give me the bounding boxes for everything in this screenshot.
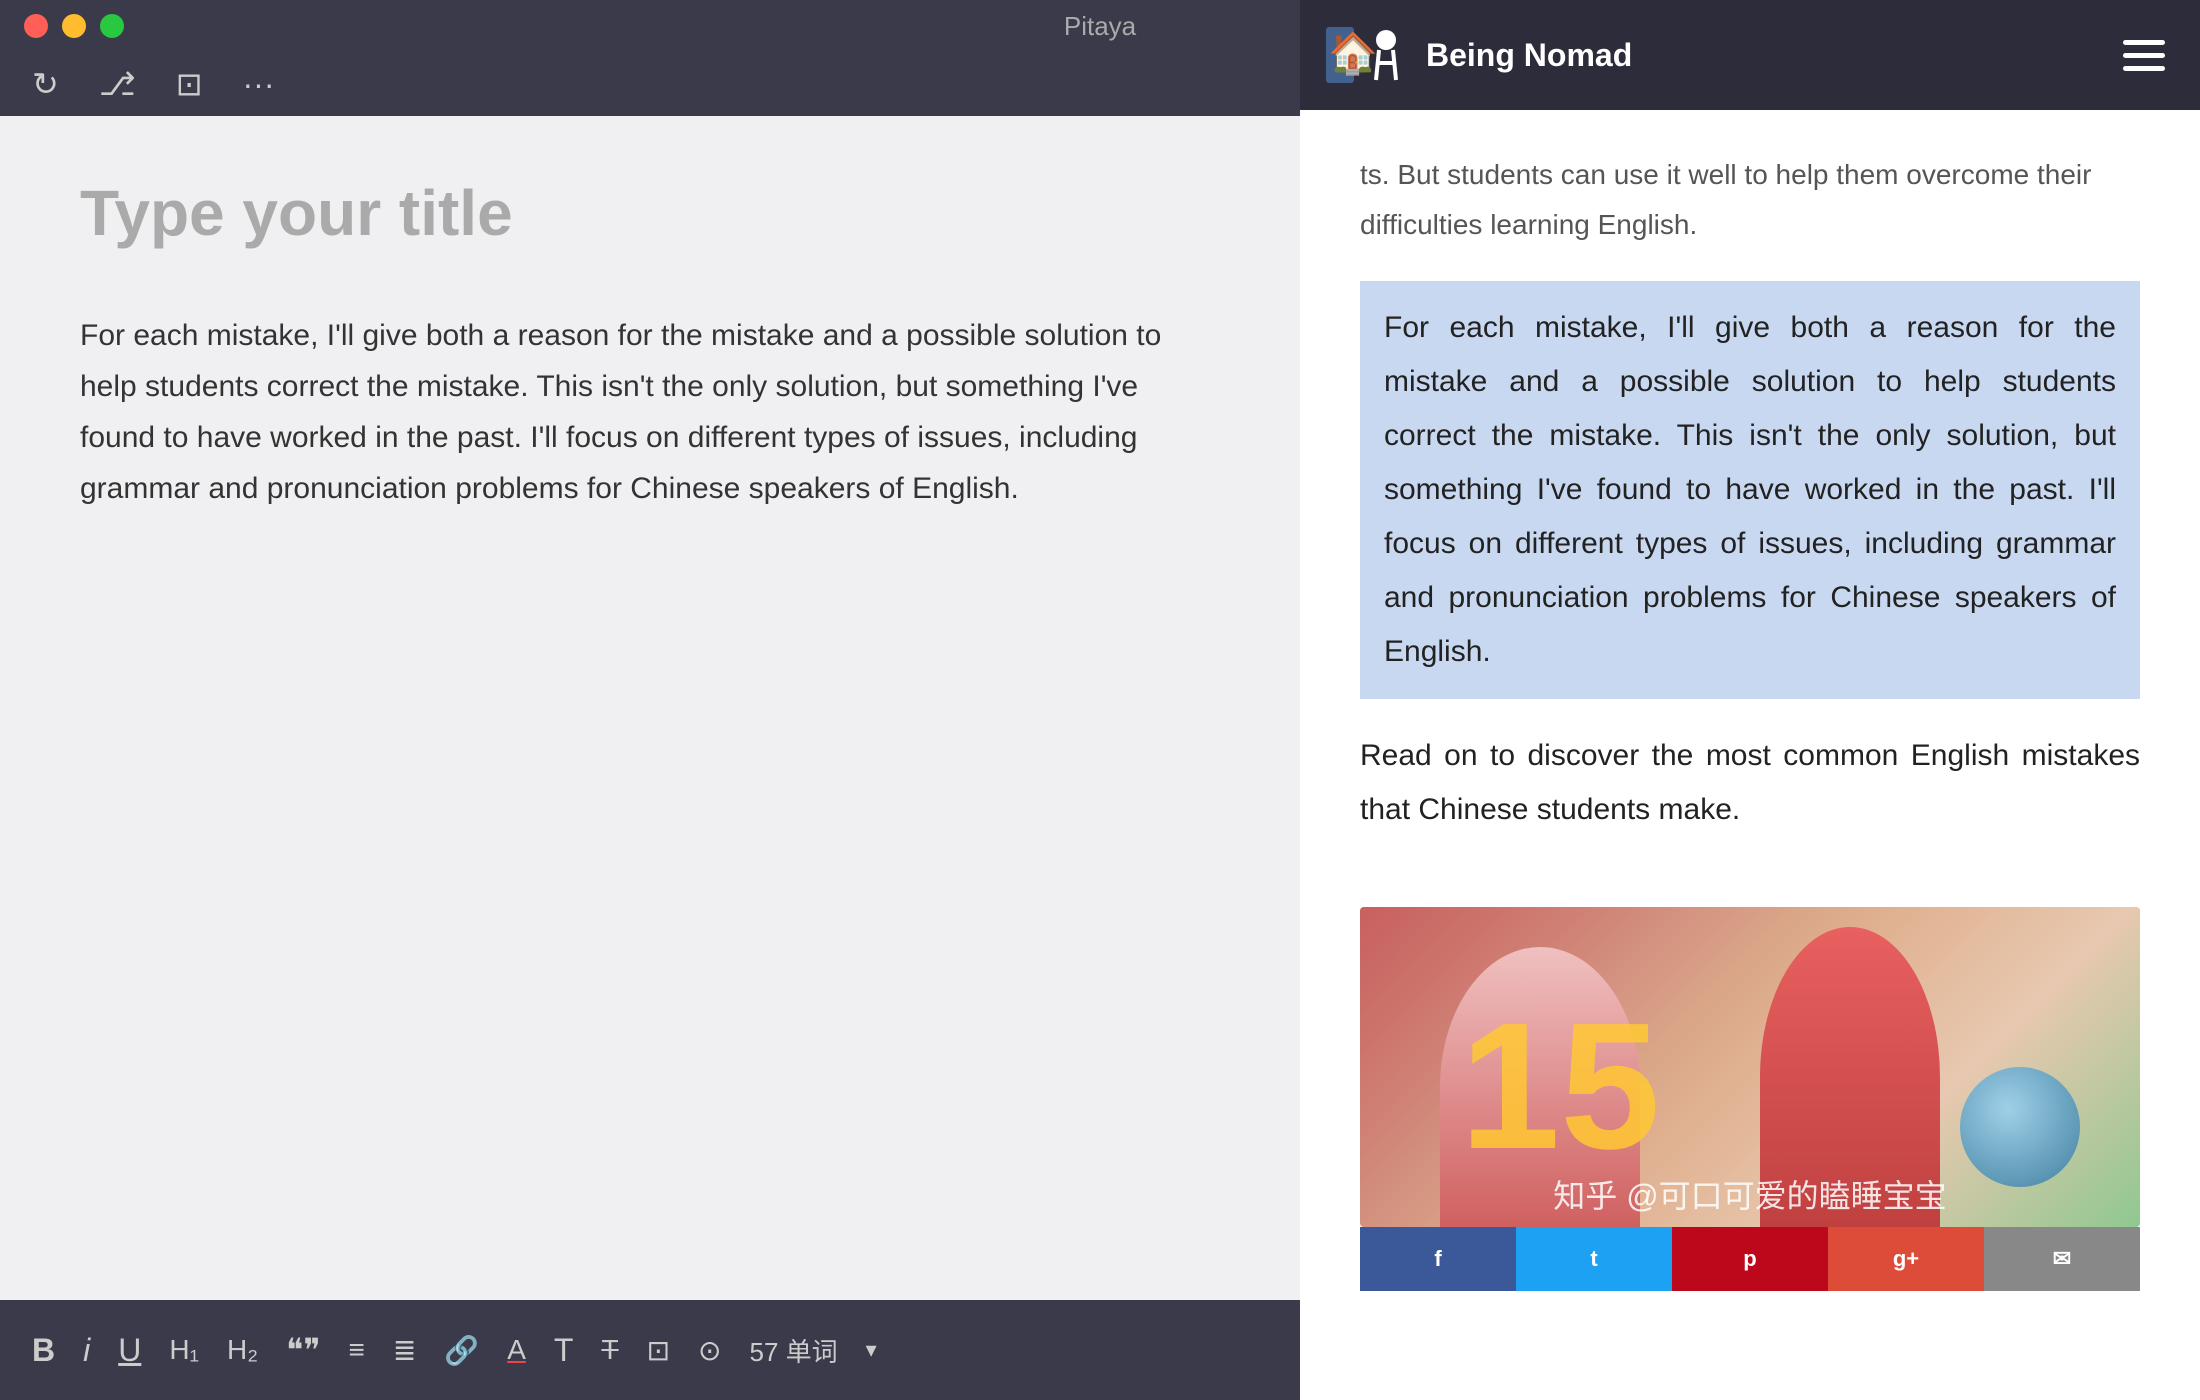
browser-topbar: 🏠 Being Nomad [1300, 0, 2200, 110]
close-button[interactable] [24, 14, 48, 38]
brand-logo: 🏠 Being Nomad [1324, 25, 1632, 85]
hamburger-line-1 [2123, 40, 2165, 45]
share-icon[interactable]: ⎇ [99, 65, 136, 103]
font-icon[interactable]: T [554, 1332, 574, 1369]
svg-text:🏠: 🏠 [1328, 32, 1378, 76]
title-placeholder[interactable]: Type your title [80, 176, 1220, 250]
editor-panel: Type your title For each mistake, I'll g… [0, 116, 1300, 1300]
article-intro-text: ts. But students can use it well to help… [1360, 150, 2140, 251]
brand-name: Being Nomad [1426, 37, 1632, 74]
italic-icon[interactable]: i [83, 1332, 90, 1369]
article-image: 15 知乎 @可口可爱的瞌睡宝宝 [1360, 907, 2140, 1227]
ordered-list-icon[interactable]: ≣ [393, 1334, 416, 1367]
bottom-toolbar: B i U H₁ H₂ ❝❞ ≡ ≣ 🔗 A T T ⊡ ⊙ 57 单词 ▾ [0, 1300, 1300, 1400]
underline-icon[interactable]: U [118, 1332, 141, 1369]
hamburger-line-3 [2123, 66, 2165, 71]
fullscreen-icon[interactable]: ⊡ [176, 65, 203, 103]
browser-content: ts. But students can use it well to help… [1300, 110, 2200, 1400]
social-bar: f t p g+ ✉ [1360, 1227, 2140, 1291]
more-icon[interactable]: ··· [243, 66, 275, 103]
image-number-watermark: 15 [1460, 997, 1660, 1177]
h2-icon[interactable]: H₂ [227, 1334, 258, 1366]
browser-panel: 🏠 Being Nomad ☑ [A] ⊟ ts. But students c… [1300, 0, 2200, 1400]
link-icon[interactable]: 🔗 [444, 1334, 479, 1367]
clock-icon[interactable]: ⊙ [698, 1334, 721, 1367]
article-read-on-text: Read on to discover the most common Engl… [1360, 729, 2140, 837]
googleplus-button[interactable]: g+ [1828, 1227, 1984, 1291]
hamburger-menu-button[interactable] [2112, 23, 2176, 87]
editor-toolbar: ↻ ⎇ ⊡ ··· [0, 52, 1300, 116]
twitter-button[interactable]: t [1516, 1227, 1672, 1291]
quote-icon[interactable]: ❝❞ [286, 1331, 320, 1369]
h1-icon[interactable]: H₁ [169, 1334, 199, 1366]
strikethrough-icon[interactable]: T [601, 1334, 618, 1366]
highlighted-paragraph: For each mistake, I'll give both a reaso… [1360, 281, 2140, 699]
image-icon[interactable]: ⊡ [647, 1334, 670, 1367]
pinterest-button[interactable]: p [1672, 1227, 1828, 1291]
bold-icon[interactable]: B [32, 1332, 55, 1369]
app-title: Pitaya [1064, 11, 1136, 42]
traffic-lights [24, 14, 124, 38]
article-content: ts. But students can use it well to help… [1300, 110, 2200, 907]
word-count: 57 单词 [750, 1332, 838, 1369]
text-color-icon[interactable]: A [507, 1334, 526, 1366]
fullscreen-button[interactable] [100, 14, 124, 38]
hamburger-line-2 [2123, 53, 2165, 58]
image-chinese-watermark: 知乎 @可口可爱的瞌睡宝宝 [1553, 1171, 1946, 1217]
word-count-dropdown[interactable]: ▾ [866, 1337, 877, 1363]
minimize-button[interactable] [62, 14, 86, 38]
editor-body-text[interactable]: For each mistake, I'll give both a reaso… [80, 310, 1220, 514]
facebook-button[interactable]: f [1360, 1227, 1516, 1291]
email-button[interactable]: ✉ [1984, 1227, 2140, 1291]
list-icon[interactable]: ≡ [349, 1334, 365, 1366]
refresh-icon[interactable]: ↻ [32, 65, 59, 103]
brand-logo-icon: 🏠 [1324, 25, 1414, 85]
